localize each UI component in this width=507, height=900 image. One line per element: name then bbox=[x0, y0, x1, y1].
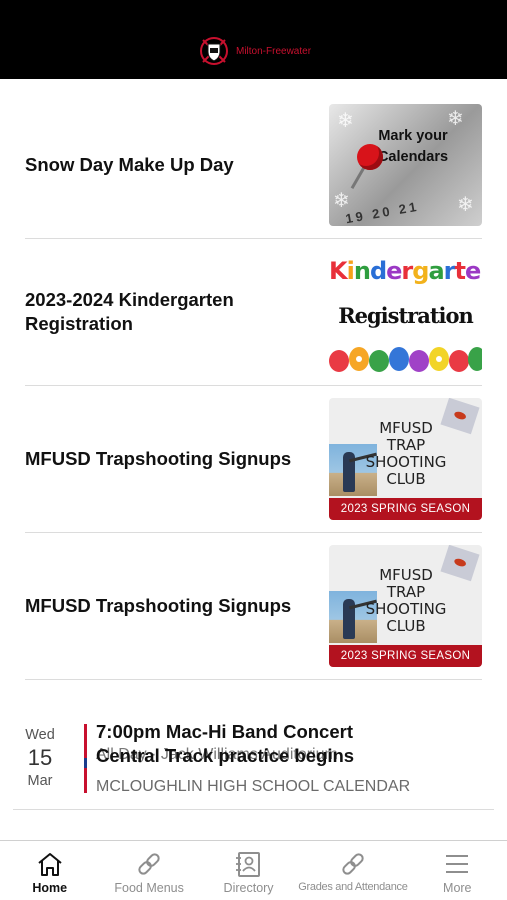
thumbnail-heading: Kindergarten bbox=[329, 257, 482, 285]
event-calendar-name: MCLOUGHLIN HIGH SCHOOL CALENDAR bbox=[96, 778, 411, 795]
news-thumbnail[interactable]: MFUSD TRAP SHOOTING CLUB 2023 SPRING SEA… bbox=[329, 398, 482, 520]
news-item[interactable]: MFUSD Trapshooting Signups MFUSD TRAP SH… bbox=[25, 386, 482, 533]
contact-card-icon bbox=[235, 852, 260, 877]
news-thumbnail[interactable]: MFUSD TRAP SHOOTING CLUB 2023 SPRING SEA… bbox=[329, 545, 482, 667]
kindergarten-letter: e bbox=[386, 257, 402, 285]
kindergarten-letter: n bbox=[353, 257, 371, 285]
tab-label: Grades and Attendance bbox=[298, 881, 408, 893]
link-icon bbox=[138, 853, 160, 875]
season-band: 2023 SPRING SEASON bbox=[329, 645, 482, 667]
event-month: Mar bbox=[27, 773, 53, 789]
tab-label: Home bbox=[32, 881, 68, 895]
home-icon bbox=[38, 853, 62, 876]
news-thumbnail[interactable]: Kindergarten Registration bbox=[329, 251, 482, 373]
news-title[interactable]: MFUSD Trapshooting Signups bbox=[25, 447, 320, 471]
news-item[interactable]: MFUSD Trapshooting Signups MFUSD TRAP SH… bbox=[25, 533, 482, 680]
tab-bar: Home Food Menus Directory Grades and Att… bbox=[0, 840, 507, 900]
calendar-color-bar bbox=[84, 758, 87, 768]
link-icon bbox=[342, 853, 364, 875]
thumbnail-caption: Mark your Calendars bbox=[377, 128, 449, 165]
news-item[interactable]: Snow Day Make Up Day ❄ ❄ ❄ ❄ Mark your C… bbox=[25, 92, 482, 239]
tab-grades-and-attendance[interactable]: Grades and Attendance bbox=[298, 841, 408, 900]
tab-food-menus[interactable]: Food Menus bbox=[99, 841, 198, 900]
event-day: 15 bbox=[27, 745, 53, 770]
season-band: 2023 SPRING SEASON bbox=[329, 498, 482, 520]
thumbnail-caption: MFUSD TRAP SHOOTING CLUB bbox=[365, 566, 447, 635]
tab-label: Food Menus bbox=[114, 881, 184, 895]
kindergarten-letter: i bbox=[346, 257, 355, 285]
news-item[interactable]: 2023-2024 Kindergarten Registration Kind… bbox=[25, 239, 482, 386]
event-title[interactable]: 7:00pm Mac-Hi Band Concert bbox=[96, 721, 491, 743]
event-date: Wed 15 Mar bbox=[13, 727, 67, 789]
kindergarten-letter: n bbox=[480, 257, 482, 285]
kindergarten-letter: g bbox=[412, 257, 429, 285]
pushpin-icon bbox=[357, 144, 383, 170]
thumbnail-subheading: Registration bbox=[338, 303, 474, 328]
snowflake-icon: ❄ bbox=[337, 110, 354, 132]
tab-more[interactable]: More bbox=[408, 841, 507, 900]
brand[interactable]: Milton-Freewater bbox=[198, 36, 311, 66]
news-feed[interactable]: Snow Day Make Up Day ❄ ❄ ❄ ❄ Mark your C… bbox=[0, 79, 507, 840]
news-title[interactable]: Snow Day Make Up Day bbox=[25, 153, 320, 177]
kindergarten-letter: r bbox=[443, 257, 456, 285]
thumbnail-caption: MFUSD TRAP SHOOTING CLUB bbox=[365, 419, 447, 488]
menu-icon bbox=[446, 855, 469, 873]
kindergarten-word: Kindergarten bbox=[329, 257, 482, 285]
district-name: Milton-Freewater bbox=[236, 45, 312, 57]
tab-label: More bbox=[443, 881, 472, 895]
kindergarten-letter: a bbox=[428, 257, 444, 285]
calendar-digits: 19 20 21 bbox=[344, 198, 421, 226]
snowflake-icon: ❄ bbox=[457, 194, 474, 216]
news-title[interactable]: 2023-2024 Kindergarten Registration bbox=[25, 288, 320, 336]
event-title[interactable]: Central Track practice begins bbox=[96, 745, 354, 767]
event-weekday: Wed bbox=[25, 727, 55, 743]
kindergarten-letter: r bbox=[401, 257, 413, 285]
tab-label: Directory bbox=[223, 881, 274, 895]
handprints-icon bbox=[329, 347, 482, 372]
kindergarten-letter: d bbox=[369, 257, 387, 285]
news-title[interactable]: MFUSD Trapshooting Signups bbox=[25, 594, 320, 618]
kindergarten-letter: K bbox=[329, 257, 348, 285]
tab-home[interactable]: Home bbox=[0, 841, 99, 900]
shield-crest-icon bbox=[200, 37, 228, 65]
snowflake-icon: ❄ bbox=[333, 190, 350, 212]
app-header: Milton-Freewater bbox=[0, 0, 507, 79]
kindergarten-letter: t bbox=[454, 257, 466, 285]
tab-directory[interactable]: Directory bbox=[199, 841, 298, 900]
news-thumbnail[interactable]: ❄ ❄ ❄ ❄ Mark your Calendars 19 20 21 bbox=[329, 104, 482, 226]
kindergarten-letter: e bbox=[464, 257, 481, 285]
